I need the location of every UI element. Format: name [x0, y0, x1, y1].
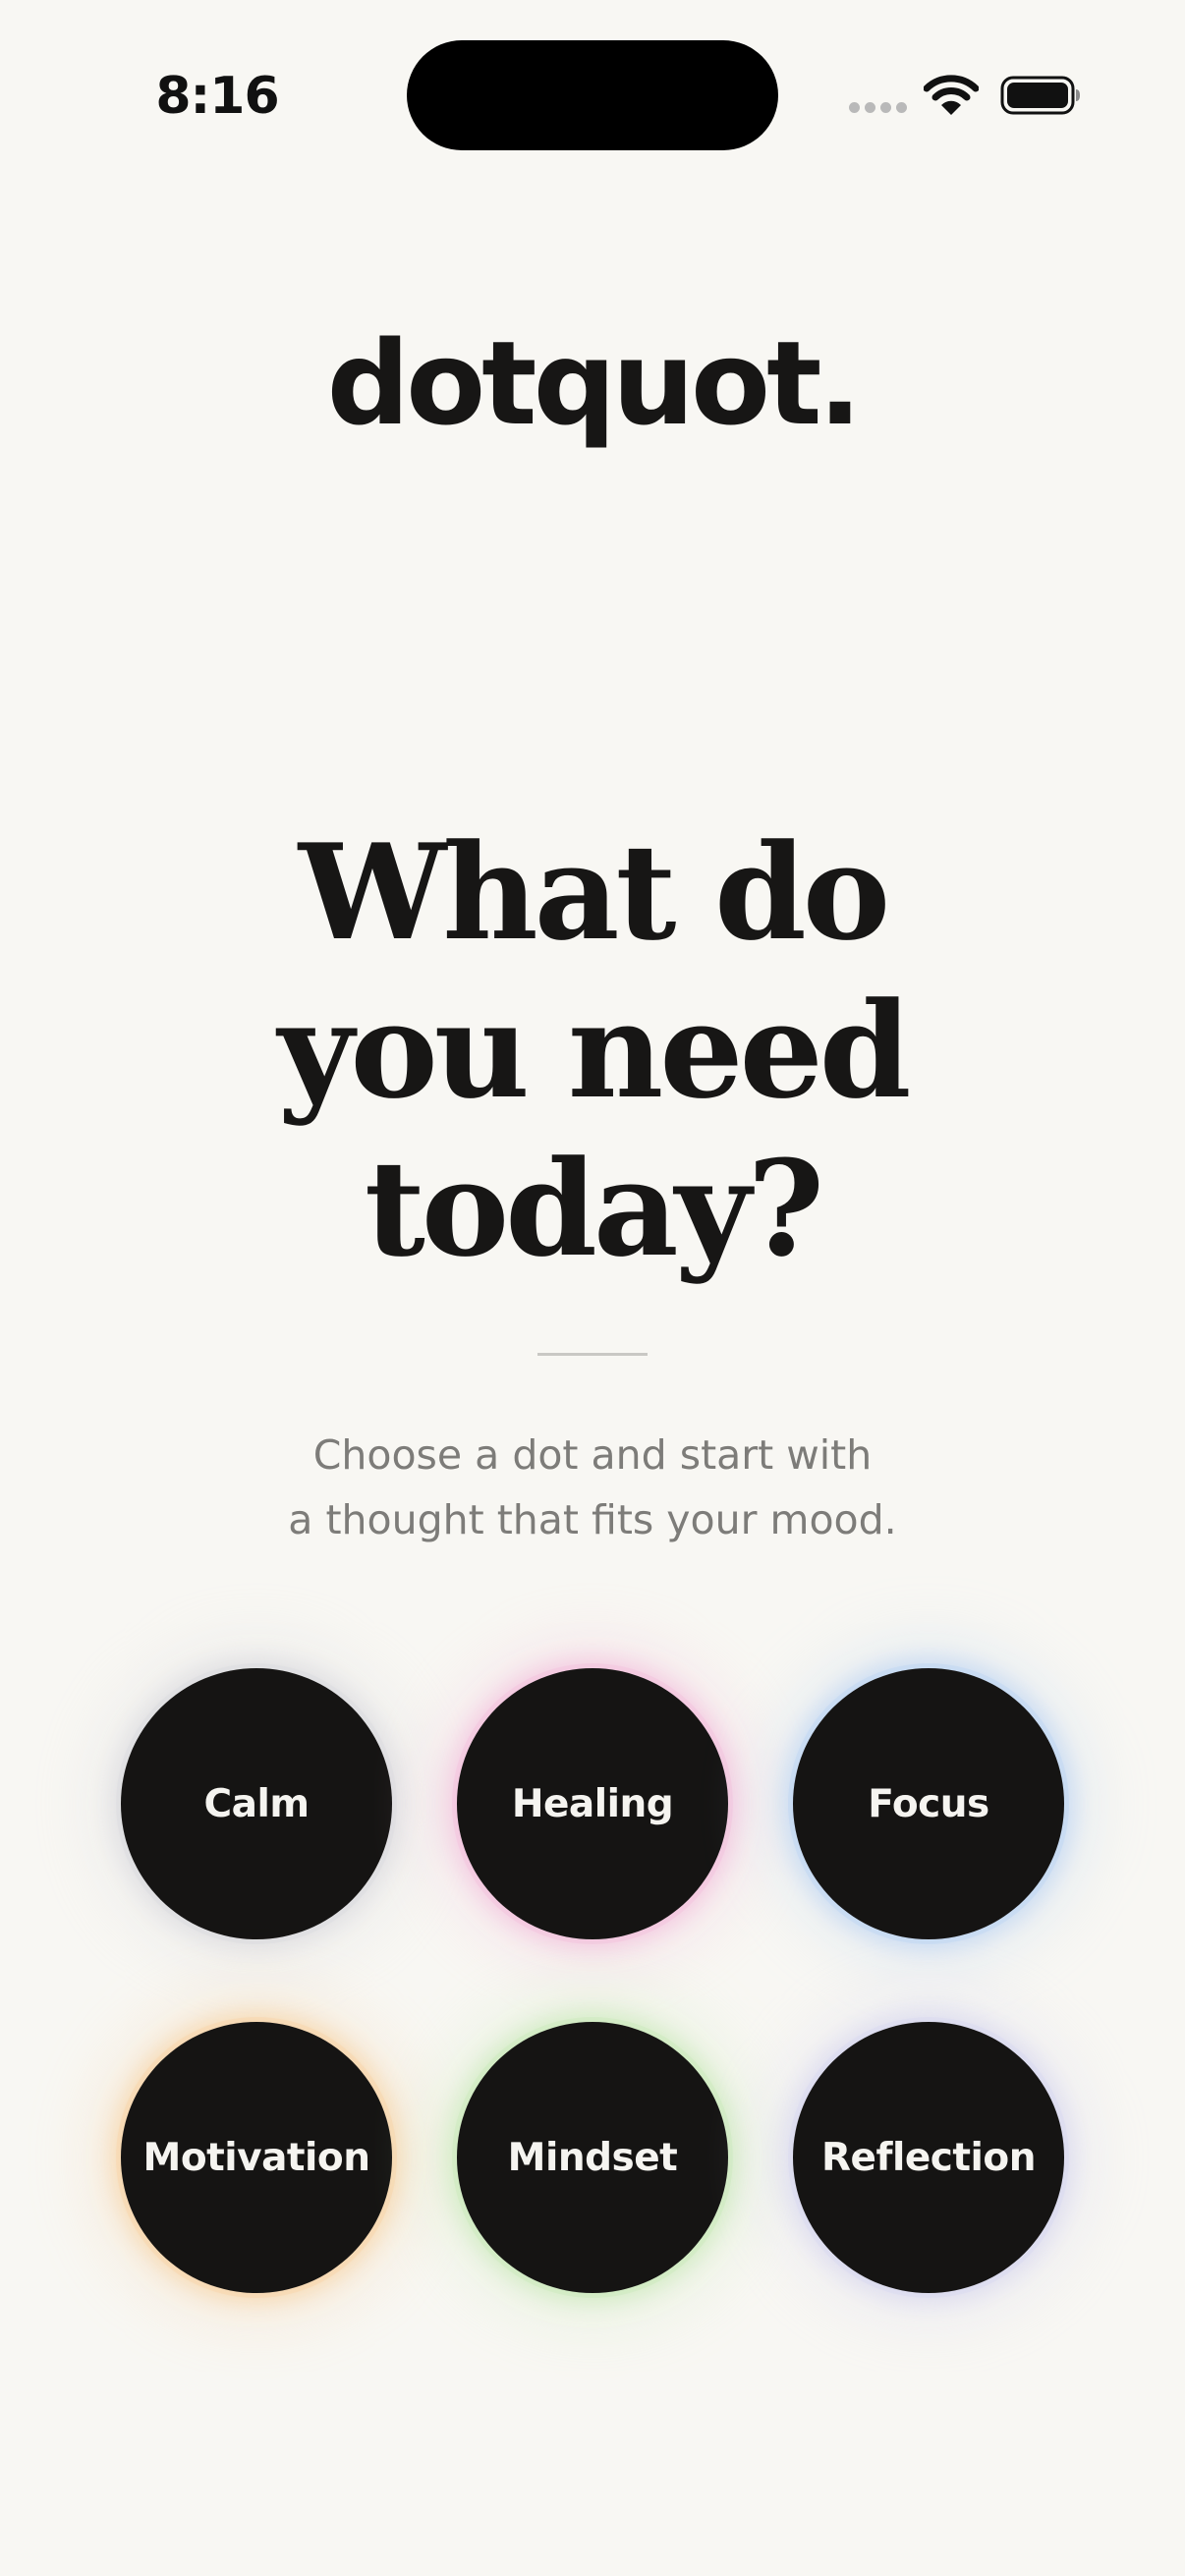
- mood-dot-label: Motivation: [142, 2135, 370, 2180]
- headline-line: you need: [277, 973, 912, 1128]
- mood-dot-label: Healing: [511, 1781, 674, 1826]
- mood-dot-motivation[interactable]: Motivation: [121, 2022, 392, 2293]
- page-headline: What do you need today?: [0, 813, 1185, 1288]
- mood-dot-healing[interactable]: Healing: [457, 1668, 728, 1939]
- mood-dot-label: Mindset: [507, 2135, 678, 2180]
- dynamic-island: [407, 40, 778, 150]
- status-bar-time: 8:16: [155, 67, 279, 126]
- subtitle-line: Choose a dot and start with: [312, 1431, 873, 1479]
- subtitle-line: a thought that fits your mood.: [288, 1496, 897, 1543]
- headline-line: today?: [364, 1131, 824, 1286]
- divider: [537, 1353, 648, 1356]
- mood-dot-label: Calm: [203, 1781, 310, 1826]
- wifi-icon: [924, 75, 979, 115]
- mood-dot-label: Reflection: [821, 2135, 1036, 2180]
- signal-icon: [849, 102, 908, 114]
- app-logo: dotquot.: [326, 315, 863, 451]
- mood-dot-calm[interactable]: Calm: [121, 1668, 392, 1939]
- mood-dot-focus[interactable]: Focus: [793, 1668, 1064, 1939]
- subtitle: Choose a dot and start with a thought th…: [0, 1423, 1185, 1552]
- mood-dot-reflection[interactable]: Reflection: [793, 2022, 1064, 2293]
- battery-icon: [1000, 76, 1080, 115]
- mood-dot-mindset[interactable]: Mindset: [457, 2022, 728, 2293]
- headline-line: What do: [298, 814, 890, 970]
- mood-dot-label: Focus: [868, 1781, 989, 1826]
